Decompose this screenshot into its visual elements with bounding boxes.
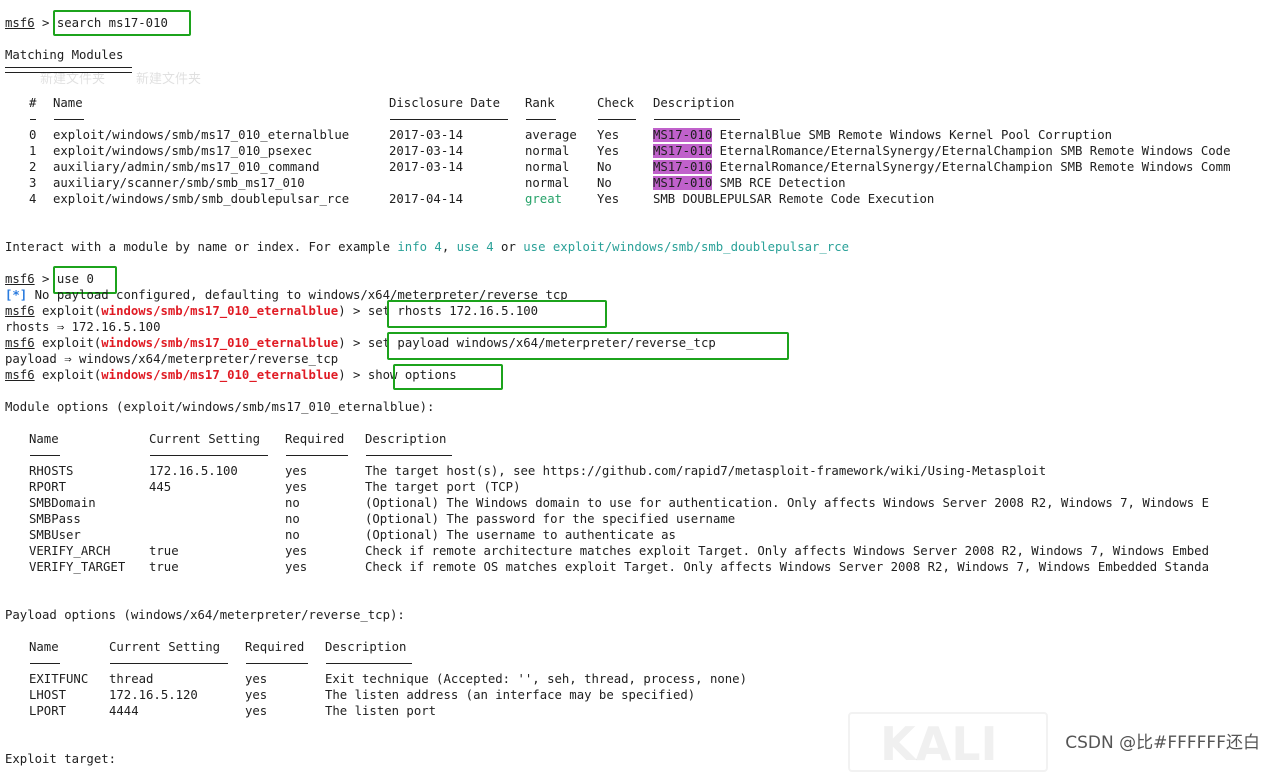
header-rule <box>366 455 452 456</box>
ms17-tag: MS17-010 <box>653 160 713 174</box>
col-header: Required <box>245 640 305 654</box>
header-rule <box>654 119 740 120</box>
header-rule <box>598 119 636 120</box>
highlight-box <box>53 10 191 36</box>
section-title: Payload options (windows/x64/meterpreter… <box>5 608 405 622</box>
highlight-box <box>387 332 789 360</box>
info-star-icon: [*] <box>5 288 28 302</box>
prompt-line: msf6 exploit(windows/smb/ms17_010_eterna… <box>5 368 457 382</box>
rank-great: great <box>525 192 563 206</box>
output-line: rhosts ⇒ 172.16.5.100 <box>5 320 161 334</box>
col-header: Description <box>325 640 407 654</box>
header-rule <box>390 119 508 120</box>
col-header: Rank <box>525 96 555 110</box>
header-rule <box>326 663 412 664</box>
ms17-tag: MS17-010 <box>653 144 713 158</box>
module-name: exploit/windows/smb/ms17_010_eternalblue <box>53 128 350 142</box>
highlight-box <box>393 364 503 390</box>
col-header: Current Setting <box>109 640 221 654</box>
header-rule <box>246 663 308 664</box>
header-rule <box>30 455 60 456</box>
col-header: Name <box>29 432 59 446</box>
module-name: auxiliary/admin/smb/ms17_010_command <box>53 160 320 174</box>
header-rule <box>150 455 268 456</box>
header-rule <box>30 119 36 120</box>
terminal-window[interactable]: msf6 > search ms17-010 Matching Modules … <box>0 0 1274 772</box>
section-title: Module options (exploit/windows/smb/ms17… <box>5 400 435 414</box>
hint-use: use 4 <box>456 240 494 254</box>
header-rule <box>286 455 348 456</box>
output-line: payload ⇒ windows/x64/meterpreter/revers… <box>5 352 339 366</box>
col-header: Current Setting <box>149 432 261 446</box>
module-name: exploit/windows/smb/smb_doublepulsar_rce <box>53 192 350 206</box>
col-header: Disclosure Date <box>389 96 501 110</box>
ghost-watermark: 新建文件夹 <box>136 72 202 87</box>
col-header: Name <box>29 640 59 654</box>
module-path: windows/smb/ms17_010_eternalblue <box>101 304 339 318</box>
header-rule <box>110 663 228 664</box>
ms17-tag: MS17-010 <box>653 176 713 190</box>
section-title: Exploit target: <box>5 752 117 766</box>
hint-info: info 4 <box>397 240 442 254</box>
module-path: windows/smb/ms17_010_eternalblue <box>101 336 339 350</box>
header-rule <box>30 663 60 664</box>
highlight-box <box>387 300 607 328</box>
module-path: windows/smb/ms17_010_eternalblue <box>101 368 339 382</box>
prompt-name: msf6 <box>5 16 35 30</box>
section-title: Matching Modules <box>5 48 124 62</box>
col-header: # <box>29 96 37 110</box>
ghost-watermark: 新建文件夹 <box>40 72 106 87</box>
module-name: exploit/windows/smb/ms17_010_psexec <box>53 144 313 158</box>
col-header: Check <box>597 96 635 110</box>
col-header: Description <box>653 96 735 110</box>
csdn-watermark: CSDN @比#FFFFFF还白 <box>1065 733 1260 753</box>
col-header: Required <box>285 432 345 446</box>
ms17-tag: MS17-010 <box>653 128 713 142</box>
col-header: Description <box>365 432 447 446</box>
kali-watermark: KALI <box>848 712 1048 772</box>
header-rule <box>526 119 556 120</box>
interact-hint: Interact with a module by name or index.… <box>5 240 850 254</box>
module-name: auxiliary/scanner/smb/smb_ms17_010 <box>53 176 305 190</box>
col-header: Name <box>53 96 83 110</box>
header-rule <box>54 119 84 120</box>
hint-use-full: use exploit/windows/smb/smb_doublepulsar… <box>523 240 850 254</box>
